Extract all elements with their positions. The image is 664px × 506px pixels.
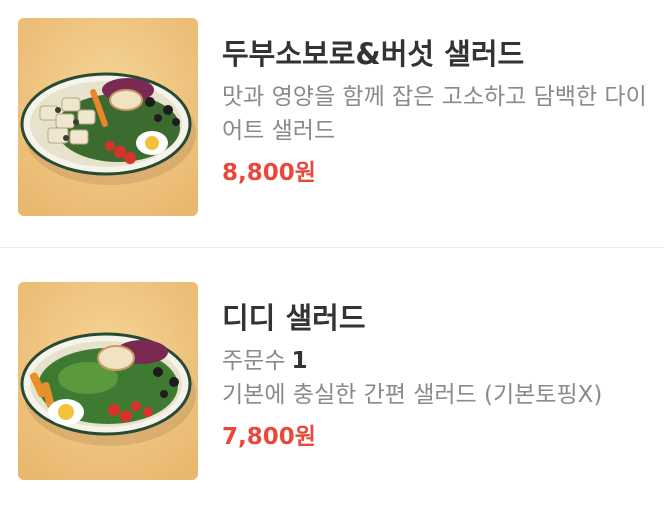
menu-item[interactable]: 디디 샐러드 주문수 1 기본에 충실한 간편 샐러드 (기본토핑X) 7,800… — [0, 248, 664, 480]
menu-list: 두부소보로&버섯 샐러드 맛과 영양을 함께 잡은 고소하고 담백한 다이어트 … — [0, 0, 664, 480]
menu-name: 두부소보로&버섯 샐러드 — [222, 37, 525, 71]
menu-item[interactable]: 두부소보로&버섯 샐러드 맛과 영양을 함께 잡은 고소하고 담백한 다이어트 … — [0, 0, 664, 248]
salad-image[interactable] — [18, 18, 198, 216]
salad-image[interactable] — [18, 282, 198, 480]
order-count-value: 1 — [291, 348, 308, 374]
order-count: 주문수 1 — [222, 344, 654, 378]
menu-price: 7,800원 — [222, 424, 316, 450]
menu-price: 8,800원 — [222, 160, 316, 186]
salad-photo-icon — [18, 282, 198, 480]
salad-photo-icon — [18, 18, 198, 216]
menu-info: 두부소보로&버섯 샐러드 맛과 영양을 함께 잡은 고소하고 담백한 다이어트 … — [222, 34, 654, 190]
menu-description: 기본에 충실한 간편 샐러드 (기본토핑X) — [222, 382, 603, 408]
order-count-label: 주문수 — [222, 348, 286, 374]
menu-info: 디디 샐러드 주문수 1 기본에 충실한 간편 샐러드 (기본토핑X) 7,800… — [222, 298, 654, 454]
menu-name: 디디 샐러드 — [222, 301, 366, 335]
menu-description: 맛과 영양을 함께 잡은 고소하고 담백한 다이어트 샐러드 — [222, 84, 647, 144]
